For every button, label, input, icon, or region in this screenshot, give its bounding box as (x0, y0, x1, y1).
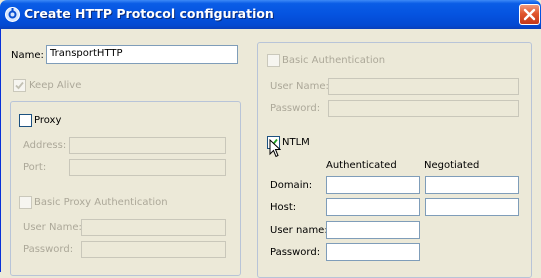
name-label: Name: (11, 50, 44, 61)
ntlm-password-label: Password: (270, 247, 321, 258)
proxy-checkbox[interactable] (19, 114, 32, 127)
proxy-password-input[interactable] (81, 241, 226, 258)
ntlm-password-input[interactable] (326, 243, 420, 261)
auth-password-label: Password: (270, 103, 321, 114)
ntlm-domain-authenticated-input[interactable] (326, 176, 420, 194)
ntlm-domain-label: Domain: (270, 180, 313, 191)
close-button[interactable] (519, 4, 540, 25)
title-bar: Create HTTP Protocol configuration (0, 0, 541, 29)
ntlm-user-name-input[interactable] (326, 221, 420, 239)
proxy-password-label: Password: (23, 244, 74, 255)
ntlm-column-authenticated: Authenticated (326, 160, 397, 171)
wrench-gear-icon (5, 7, 20, 22)
proxy-address-label: Address: (23, 140, 67, 151)
proxy-user-name-label: User Name: (23, 222, 82, 233)
keep-alive-checkbox[interactable] (13, 79, 26, 92)
ntlm-domain-negotiated-input[interactable] (425, 176, 519, 194)
proxy-address-input[interactable] (69, 137, 226, 154)
auth-password-input[interactable] (328, 100, 519, 117)
checkmark-icon (15, 81, 24, 90)
close-x-icon (523, 8, 536, 21)
ntlm-column-negotiated: Negotiated (424, 160, 480, 171)
auth-user-name-label: User Name: (270, 81, 329, 92)
ntlm-host-negotiated-input[interactable] (425, 198, 519, 216)
dialog-body: Name: TransportHTTP Keep Alive Proxy Add… (0, 29, 541, 278)
basic-auth-label: Basic Authentication (282, 55, 386, 66)
ntlm-label: NTLM (282, 137, 310, 148)
ntlm-host-authenticated-input[interactable] (326, 198, 420, 216)
ntlm-host-label: Host: (270, 202, 297, 213)
proxy-user-name-input[interactable] (81, 219, 226, 236)
mouse-pointer-icon (269, 139, 281, 158)
proxy-port-input[interactable] (69, 159, 226, 176)
proxy-port-label: Port: (23, 162, 47, 173)
proxy-label: Proxy (34, 115, 62, 126)
basic-proxy-auth-label: Basic Proxy Authentication (34, 197, 168, 208)
name-input[interactable]: TransportHTTP (46, 45, 238, 64)
basic-proxy-auth-checkbox[interactable] (19, 196, 32, 209)
ntlm-user-name-label: User name: (270, 225, 328, 236)
auth-user-name-input[interactable] (328, 78, 519, 95)
keep-alive-label: Keep Alive (29, 80, 82, 91)
basic-auth-checkbox[interactable] (267, 54, 280, 67)
window-title: Create HTTP Protocol configuration (24, 6, 274, 21)
